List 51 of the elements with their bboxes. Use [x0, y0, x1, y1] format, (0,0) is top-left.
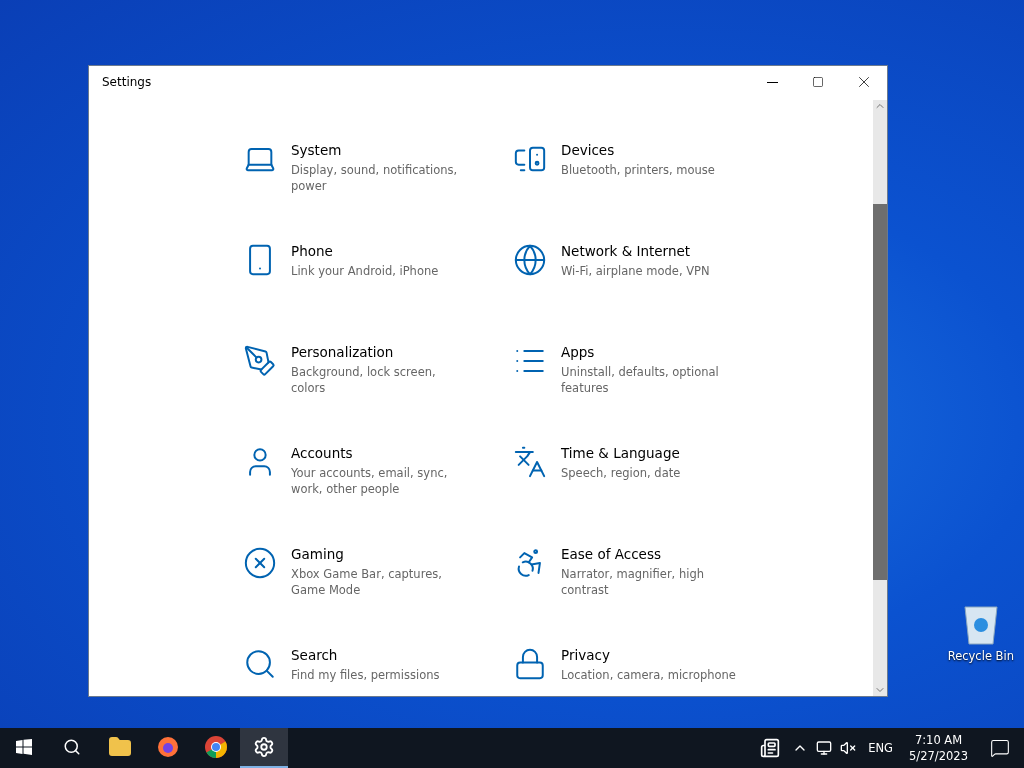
- category-title[interactable]: Apps: [561, 344, 741, 360]
- network-icon[interactable]: [816, 740, 833, 756]
- category-description: Location, camera, microphone: [561, 667, 737, 683]
- clock[interactable]: 7:10 AM 5/27/2023: [901, 733, 976, 763]
- category-title[interactable]: System: [291, 142, 471, 158]
- lock-icon[interactable]: [513, 647, 547, 681]
- category-title[interactable]: Phone: [291, 243, 471, 259]
- category-title[interactable]: Ease of Access: [561, 546, 741, 562]
- category-description: Link your Android, iPhone: [291, 263, 440, 279]
- category-description: Display, sound, notifications, power: [291, 162, 459, 194]
- windows-logo-icon: [16, 739, 32, 755]
- category-description: Find my files, permissions: [291, 667, 441, 683]
- circle-x-icon[interactable]: [243, 546, 277, 580]
- maximize-icon: [812, 76, 824, 88]
- search-icon[interactable]: [243, 647, 277, 681]
- notification-icon[interactable]: [990, 738, 1010, 758]
- category-title[interactable]: Search: [291, 647, 471, 663]
- language-indicator[interactable]: ENG: [860, 741, 902, 755]
- category-description: Uninstall, defaults, optional features: [561, 364, 720, 396]
- muted-speaker-icon[interactable]: [840, 740, 857, 756]
- scrollbar[interactable]: [873, 100, 887, 696]
- category-description: Your accounts, email, sync, work, other people: [291, 465, 449, 497]
- category-title[interactable]: Time & Language: [561, 445, 741, 461]
- folder-icon: [108, 735, 132, 759]
- settings-button[interactable]: [240, 728, 288, 768]
- category-description: Wi-Fi, airplane mode, VPN: [561, 263, 711, 279]
- clock-date: 5/27/2023: [909, 749, 968, 763]
- desktop-icon-label[interactable]: Recycle Bin: [947, 649, 1014, 663]
- category-description: Narrator, magnifier, high contrast: [561, 566, 705, 598]
- category-description: Background, lock screen, colors: [291, 364, 437, 396]
- category-title[interactable]: Personalization: [291, 344, 471, 360]
- pen-icon[interactable]: [243, 344, 277, 378]
- clock-time: 7:10 AM: [914, 733, 963, 747]
- scrollbar-thumb[interactable]: [873, 204, 887, 580]
- language-icon[interactable]: [513, 445, 547, 479]
- category-title[interactable]: Privacy: [561, 647, 741, 663]
- globe-icon[interactable]: [513, 243, 547, 277]
- settings-icon: [253, 736, 275, 758]
- minimize-icon: [766, 81, 778, 83]
- category-description: Bluetooth, printers, mouse: [561, 162, 716, 178]
- category-title[interactable]: Accounts: [291, 445, 471, 461]
- browser-circle-icon: [204, 735, 228, 759]
- news-icon[interactable]: [760, 738, 781, 758]
- category-title[interactable]: Gaming: [291, 546, 471, 562]
- category-description: Xbox Game Bar, captures, Game Mode: [291, 566, 443, 598]
- window-title: Settings: [102, 75, 153, 89]
- category-description: Speech, region, date: [561, 465, 682, 481]
- browser-fox-icon: [156, 735, 180, 759]
- category-title[interactable]: Devices: [561, 142, 741, 158]
- search-icon: [63, 738, 81, 756]
- category-title[interactable]: Network & Internet: [561, 243, 741, 259]
